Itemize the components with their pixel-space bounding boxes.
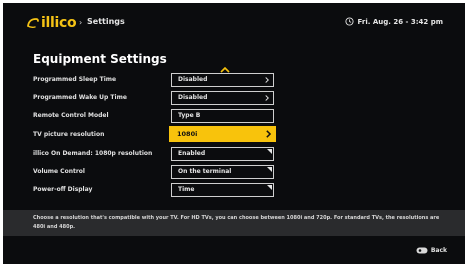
- back-key-icon: [416, 247, 428, 254]
- setting-row-power-off-display[interactable]: Power-off Display Time: [3, 183, 465, 197]
- setting-value: Disabled: [178, 76, 208, 83]
- datetime-text: Fri. Aug. 26 - 3:42 pm: [357, 17, 443, 26]
- setting-value: Enabled: [178, 150, 206, 157]
- datetime-display: Fri. Aug. 26 - 3:42 pm: [344, 17, 443, 26]
- illico-swoosh-icon: [27, 18, 39, 29]
- clock-icon: [344, 17, 354, 26]
- setting-row-sleep-time[interactable]: Programmed Sleep Time Disabled: [3, 73, 465, 87]
- back-button[interactable]: Back: [416, 247, 447, 254]
- setting-row-tv-resolution[interactable]: TV picture resolution 1080i: [3, 126, 465, 142]
- setting-value: Disabled: [178, 94, 208, 101]
- setting-value-field[interactable]: Time: [171, 183, 274, 197]
- setting-value-field[interactable]: On the terminal: [171, 165, 274, 179]
- dropdown-corner-icon: [267, 167, 272, 172]
- setting-label: illico On Demand: 1080p resolution: [33, 150, 153, 157]
- setting-value-field[interactable]: Disabled: [171, 73, 274, 87]
- setting-row-on-demand-1080p[interactable]: illico On Demand: 1080p resolution Enabl…: [3, 147, 465, 161]
- logo-text: illico: [41, 15, 77, 31]
- setting-value-field[interactable]: Enabled: [171, 147, 274, 161]
- page-title: Equipment Settings: [33, 52, 167, 66]
- help-text: Choose a resolution that's compatible wi…: [33, 215, 440, 230]
- chevron-right-icon: [266, 130, 271, 138]
- top-bar: illico › Settings Fri. Aug. 26 - 3:42 pm: [3, 3, 465, 39]
- dropdown-corner-icon: [267, 149, 272, 154]
- setting-value: Type B: [178, 112, 201, 119]
- help-bar: Choose a resolution that's compatible wi…: [3, 210, 465, 236]
- setting-value: On the terminal: [178, 168, 232, 175]
- setting-label: Volume Control: [33, 168, 85, 175]
- breadcrumb-separator: ›: [79, 18, 83, 27]
- setting-value: Time: [178, 186, 195, 193]
- setting-row-remote-model[interactable]: Remote Control Model Type B: [3, 109, 465, 123]
- setting-label: TV picture resolution: [33, 131, 105, 138]
- setting-label: Power-off Display: [33, 186, 93, 193]
- setting-row-wake-up-time[interactable]: Programmed Wake Up Time Disabled: [3, 91, 465, 105]
- back-label: Back: [430, 247, 447, 254]
- setting-value-field[interactable]: Disabled: [171, 91, 274, 105]
- chevron-right-icon: [265, 95, 269, 101]
- illico-logo: illico: [27, 14, 77, 32]
- setting-row-volume-control[interactable]: Volume Control On the terminal: [3, 165, 465, 179]
- setting-label: Programmed Sleep Time: [33, 76, 117, 83]
- tv-screen: illico › Settings Fri. Aug. 26 - 3:42 pm…: [3, 3, 465, 264]
- setting-label: Programmed Wake Up Time: [33, 94, 127, 101]
- setting-value-field[interactable]: Type B: [171, 109, 274, 123]
- setting-value-field-selected[interactable]: 1080i: [169, 126, 276, 142]
- dropdown-corner-icon: [267, 185, 272, 190]
- breadcrumb: Settings: [87, 17, 125, 26]
- setting-label: Remote Control Model: [33, 112, 109, 119]
- chevron-right-icon: [265, 77, 269, 83]
- setting-value: 1080i: [177, 130, 198, 138]
